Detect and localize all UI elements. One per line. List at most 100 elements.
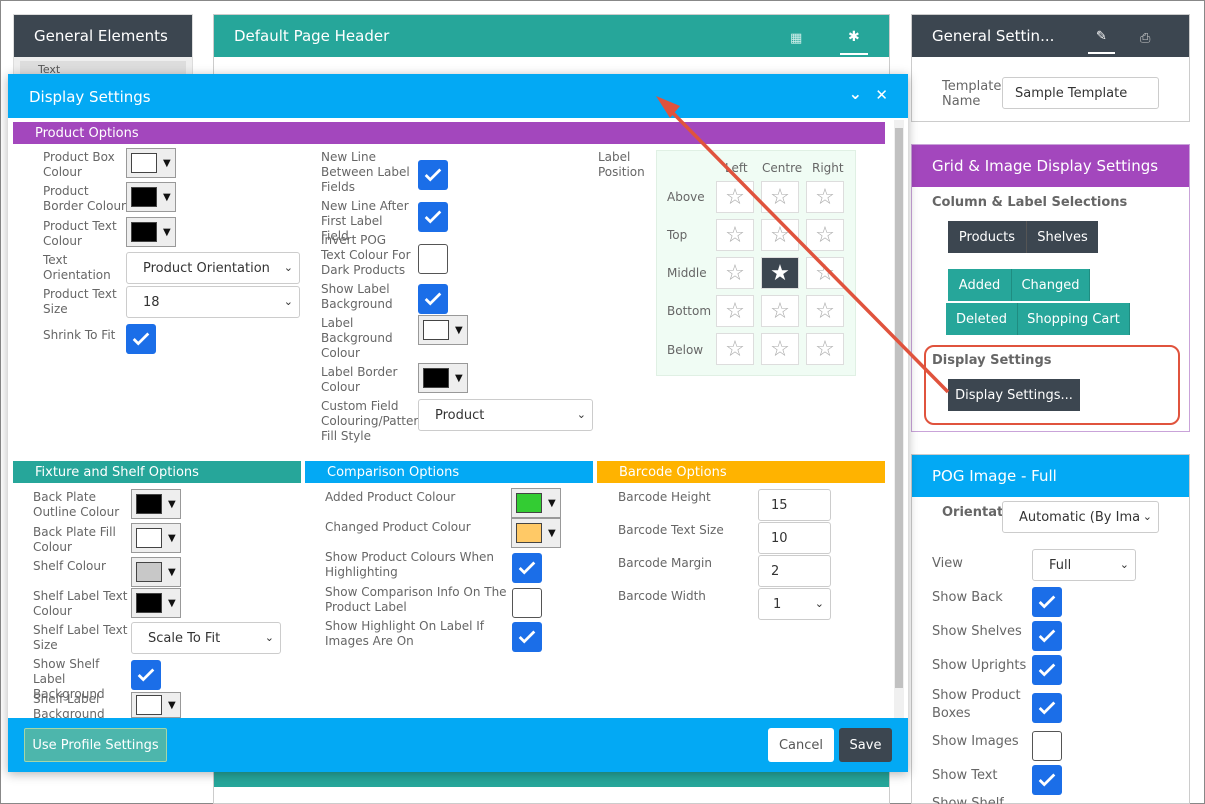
back-plate-fill-picker[interactable]: ▼ <box>131 523 181 553</box>
show-uprights-checkbox[interactable] <box>1032 655 1062 685</box>
show-back-checkbox[interactable] <box>1032 587 1062 617</box>
pos-middle-right-star-icon[interactable]: ☆ <box>806 257 844 289</box>
pos-top-centre-star-icon[interactable]: ☆ <box>761 219 799 251</box>
label-border-colour-picker[interactable]: ▼ <box>418 363 468 393</box>
pos-top-left-star-icon[interactable]: ☆ <box>716 219 754 251</box>
pos-below-right-star-icon[interactable]: ☆ <box>806 333 844 365</box>
shelf-label-text-size-select[interactable]: Scale To Fit ⌄ <box>131 622 281 654</box>
print-icon[interactable]: ⎙ <box>1140 31 1150 46</box>
product-text-colour-picker[interactable]: ▼ <box>126 217 176 247</box>
page-header-panel: Default Page Header ▦ ✱ <box>213 14 890 80</box>
view-select[interactable]: Full ⌄ <box>1032 549 1136 581</box>
chevron-down-icon: ⌄ <box>283 261 293 274</box>
view-label: View <box>932 556 963 571</box>
tab-changed[interactable]: Changed <box>1012 269 1090 301</box>
show-product-boxes-checkbox[interactable] <box>1032 693 1062 723</box>
barcode-margin-label: Barcode Margin <box>618 556 712 570</box>
added-colour-picker[interactable]: ▼ <box>511 488 561 518</box>
back-plate-outline-picker[interactable]: ▼ <box>131 489 181 519</box>
label-bg-colour-picker[interactable]: ▼ <box>418 315 468 345</box>
shelf-label-bg-picker[interactable]: ▼ <box>131 692 181 718</box>
tab-deleted[interactable]: Deleted <box>946 303 1018 335</box>
pos-above-right-star-icon[interactable]: ☆ <box>806 181 844 213</box>
template-name-input[interactable]: Sample Template <box>1002 77 1159 109</box>
shelf-label-text-colour-label: Shelf Label Text Colour <box>33 589 128 618</box>
chevron-down-icon: ⌄ <box>814 597 824 610</box>
show-shelves-checkbox[interactable] <box>1032 621 1062 651</box>
new-line-between-checkbox[interactable] <box>418 160 448 190</box>
orientation-select[interactable]: Automatic (By Ima ⌄ <box>1002 501 1159 533</box>
row-above: Above <box>667 190 705 204</box>
back-plate-fill-label: Back Plate Fill Colour <box>33 525 116 554</box>
show-highlight-checkbox[interactable] <box>512 622 542 652</box>
chevron-down-icon: ⌄ <box>264 631 274 644</box>
column-label-heading: Column & Label Selections <box>932 195 1128 210</box>
pos-middle-left-star-icon[interactable]: ☆ <box>716 257 754 289</box>
changed-colour-label: Changed Product Colour <box>325 520 471 534</box>
chevron-down-icon[interactable]: ⌄ <box>849 84 862 103</box>
shelf-label-text-size-label: Shelf Label Text Size <box>33 623 128 652</box>
page-header-title: Default Page Header <box>214 15 889 57</box>
show-shelf-label-bg-checkbox[interactable] <box>131 660 161 690</box>
template-name-label: Template Name <box>942 79 1002 109</box>
tab-shopping-cart[interactable]: Shopping Cart <box>1018 303 1130 335</box>
modal-header: Display Settings ⌄ ✕ <box>8 74 908 118</box>
save-button[interactable]: Save <box>839 728 892 762</box>
barcode-text-size-input[interactable]: 10 <box>758 522 831 554</box>
settings-icon[interactable]: ✱ <box>840 29 868 55</box>
pos-top-right-star-icon[interactable]: ☆ <box>806 219 844 251</box>
modal-title: Display Settings <box>29 88 151 106</box>
pos-below-centre-star-icon[interactable]: ☆ <box>761 333 799 365</box>
shelf-colour-picker[interactable]: ▼ <box>131 557 181 587</box>
pos-bottom-left-star-icon[interactable]: ☆ <box>716 295 754 327</box>
show-label-bg-checkbox[interactable] <box>418 284 448 314</box>
row-top: Top <box>667 228 688 242</box>
chevron-down-icon: ⌄ <box>576 408 586 421</box>
shrink-to-fit-checkbox[interactable] <box>126 324 156 354</box>
barcode-width-select[interactable]: 1 ⌄ <box>758 588 831 620</box>
modal-scrollbar[interactable] <box>894 120 904 718</box>
shelf-colour-label: Shelf Colour <box>33 559 106 573</box>
product-box-colour-label: Product Box Colour <box>43 150 115 179</box>
product-text-size-select[interactable]: 18 ⌄ <box>126 286 300 318</box>
product-border-colour-picker[interactable]: ▼ <box>126 182 176 212</box>
row-middle: Middle <box>667 266 707 280</box>
custom-field-select[interactable]: Product ⌄ <box>418 399 593 431</box>
pos-below-left-star-icon[interactable]: ☆ <box>716 333 754 365</box>
barcode-margin-input[interactable]: 2 <box>758 555 831 587</box>
fixture-options-heading: Fixture and Shelf Options <box>13 461 301 483</box>
chevron-down-icon: ⌄ <box>1119 558 1129 571</box>
show-highlight-label: Show Highlight On Label If Images Are On <box>325 619 484 648</box>
text-orientation-select[interactable]: Product Orientation ⌄ <box>126 252 300 284</box>
edit-icon[interactable]: ✎ <box>1088 29 1115 54</box>
grid-icon[interactable]: ▦ <box>790 31 802 46</box>
pos-bottom-centre-star-icon[interactable]: ☆ <box>761 295 799 327</box>
cancel-button[interactable]: Cancel <box>768 728 834 762</box>
pos-middle-centre-star-icon[interactable]: ★ <box>761 257 799 289</box>
tab-shelves[interactable]: Shelves <box>1026 221 1098 253</box>
shelf-label-text-colour-picker[interactable]: ▼ <box>131 588 181 618</box>
pog-image-title: POG Image - Full <box>912 455 1189 497</box>
new-line-after-checkbox[interactable] <box>418 202 448 232</box>
tab-products[interactable]: Products <box>948 221 1026 253</box>
pos-above-centre-star-icon[interactable]: ☆ <box>761 181 799 213</box>
show-info-checkbox[interactable] <box>512 588 542 618</box>
barcode-height-input[interactable]: 15 <box>758 489 831 521</box>
pos-bottom-right-star-icon[interactable]: ☆ <box>806 295 844 327</box>
show-text-label: Show Text <box>932 768 998 783</box>
invert-pog-checkbox[interactable] <box>418 244 448 274</box>
show-colours-checkbox[interactable] <box>512 553 542 583</box>
product-border-colour-label: Product Border Colour <box>43 184 126 213</box>
product-box-colour-picker[interactable]: ▼ <box>126 148 176 178</box>
changed-colour-picker[interactable]: ▼ <box>511 518 561 548</box>
show-text-checkbox[interactable] <box>1032 765 1062 795</box>
tab-added[interactable]: Added <box>948 269 1012 301</box>
show-images-checkbox[interactable] <box>1032 731 1062 761</box>
close-icon[interactable]: ✕ <box>875 86 888 104</box>
label-border-colour-label: Label Border Colour <box>321 365 398 394</box>
comparison-options-heading: Comparison Options <box>305 461 593 483</box>
barcode-options-heading: Barcode Options <box>597 461 885 483</box>
use-profile-settings-button[interactable]: Use Profile Settings <box>24 728 167 762</box>
pos-above-left-star-icon[interactable]: ☆ <box>716 181 754 213</box>
shelf-label-bg-label: Shelf Label Background <box>33 692 105 718</box>
